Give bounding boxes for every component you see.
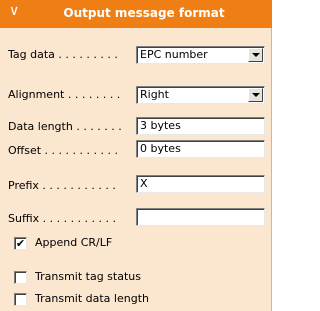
- dropdown-arrow-icon[interactable]: [248, 48, 263, 62]
- offset-label: Offset . . . . . . . . . . .: [8, 144, 118, 157]
- data-length-label: Data length . . . . . . .: [8, 120, 122, 133]
- suffix-label: Suffix . . . . . . . . . . .: [8, 212, 117, 225]
- offset-input[interactable]: 0 bytes: [136, 140, 265, 158]
- append-crlf-label: Append CR/LF: [35, 236, 113, 249]
- tag-data-select[interactable]: EPC number: [136, 46, 265, 64]
- suffix-input[interactable]: [136, 208, 265, 226]
- panel-header[interactable]: ∨ Output message format: [0, 0, 272, 28]
- prefix-value: X: [140, 177, 148, 190]
- data-length-input[interactable]: 3 bytes: [136, 117, 265, 135]
- tag-data-label: Tag data . . . . . . . . .: [8, 48, 118, 61]
- panel-title: Output message format: [63, 6, 225, 20]
- offset-value: 0 bytes: [140, 142, 181, 155]
- prefix-label: Prefix . . . . . . . . . . .: [8, 179, 116, 192]
- data-length-value: 3 bytes: [140, 119, 181, 132]
- alignment-select[interactable]: Right: [136, 86, 265, 104]
- transmit-tag-status-checkbox[interactable]: [14, 271, 27, 284]
- transmit-data-length-checkbox[interactable]: [14, 293, 27, 306]
- dropdown-arrow-icon[interactable]: [248, 88, 263, 102]
- chevron-down-icon[interactable]: ∨: [9, 3, 19, 19]
- append-crlf-checkbox[interactable]: ✔: [14, 237, 27, 250]
- transmit-tag-status-label: Transmit tag status: [35, 270, 141, 283]
- alignment-value: Right: [140, 88, 169, 101]
- tag-data-value: EPC number: [140, 48, 208, 61]
- prefix-input[interactable]: X: [136, 175, 265, 193]
- alignment-label: Alignment . . . . . . . .: [8, 88, 121, 101]
- transmit-data-length-label: Transmit data length: [35, 292, 149, 305]
- output-message-format-panel: ∨ Output message format Tag data . . . .…: [0, 0, 272, 311]
